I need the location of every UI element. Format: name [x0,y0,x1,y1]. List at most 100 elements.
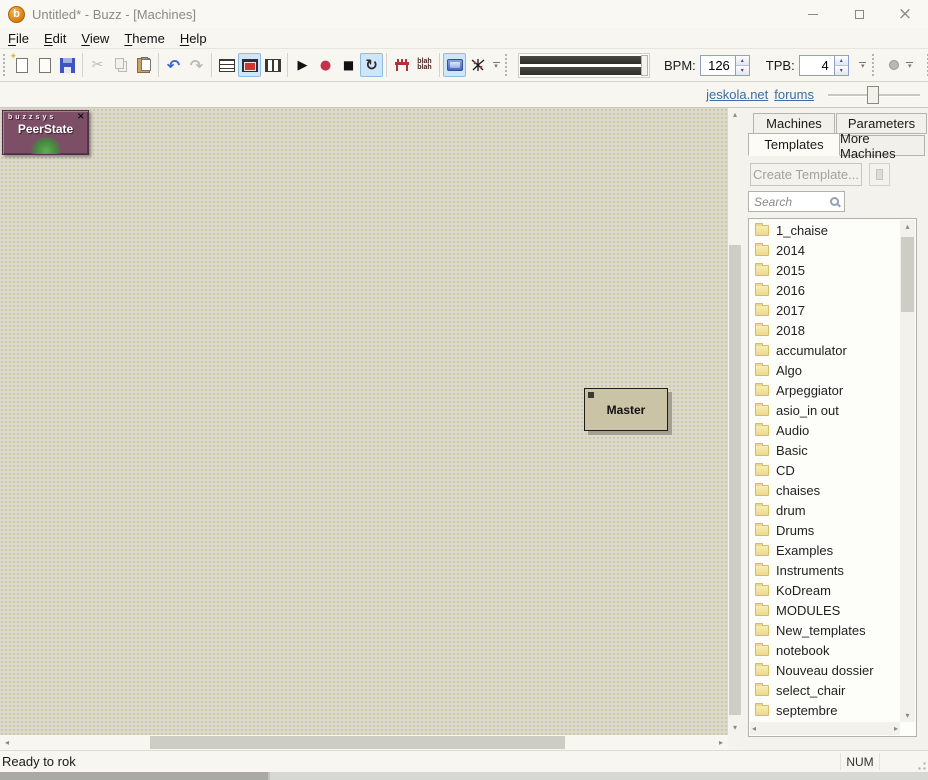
bpm-stepper[interactable]: ▴▾ [736,55,750,76]
toolbar-grip[interactable] [505,54,509,76]
toolbar-grip[interactable] [3,54,7,76]
tpb-stepper[interactable]: ▴▾ [835,55,849,76]
monitor-view-button[interactable] [443,53,466,77]
machine-peerstate[interactable]: buzzsys × PeerState [2,110,89,155]
sequence-view-button[interactable] [261,53,284,77]
tab-machines[interactable]: Machines [753,113,835,134]
record-button[interactable]: ● [314,53,337,77]
pattern-view-button[interactable] [215,53,238,77]
minimize-button[interactable] [790,0,836,28]
toolbar-overflow-button[interactable]: ▾ [490,62,502,69]
save-button[interactable] [56,53,79,77]
menu-file[interactable]: File [8,31,29,46]
list-item[interactable]: 1_chaise [750,220,900,240]
scrollbar-thumb[interactable] [729,245,741,715]
stop-button[interactable]: ■ [337,53,360,77]
spin-down-icon[interactable]: ▾ [736,65,749,75]
spin-up-icon[interactable]: ▴ [835,56,848,65]
list-item[interactable]: asio_in out [750,400,900,420]
list-item[interactable]: KoDream [750,580,900,600]
toolbar-overflow-button[interactable]: ▾ [904,62,916,69]
scroll-up-icon[interactable]: ▴ [728,108,742,122]
menu-view[interactable]: View [81,31,109,46]
scroll-right-icon[interactable]: ▸ [714,735,728,750]
undo-button[interactable]: ↶ [162,53,185,77]
scroll-right-icon[interactable]: ▸ [894,725,898,733]
list-item[interactable]: notebook [750,640,900,660]
list-item[interactable]: select_chair [750,680,900,700]
list-item[interactable]: 2017 [750,300,900,320]
search-input[interactable] [754,195,830,209]
tab-templates[interactable]: Templates [748,133,840,156]
list-item[interactable]: Examples [750,540,900,560]
scroll-down-icon[interactable]: ▾ [728,721,742,735]
canvas-vertical-scrollbar[interactable]: ▴ ▾ [728,108,742,735]
close-button[interactable]: × [882,0,928,28]
menu-edit[interactable]: Edit [44,31,66,46]
scroll-left-icon[interactable]: ◂ [752,725,756,733]
create-template-button[interactable]: Create Template... [750,163,862,186]
loop-button[interactable]: ↻ [360,53,383,77]
new-folder-button[interactable] [869,163,890,186]
tpb-input[interactable] [799,55,835,76]
list-item[interactable]: Basic [750,440,900,460]
machine-view-button[interactable] [238,53,261,77]
list-item[interactable]: Arpeggiator [750,380,900,400]
slider-handle[interactable] [867,86,879,104]
maximize-button[interactable] [836,0,882,28]
list-item[interactable]: MODULES [750,600,900,620]
redo-button[interactable]: ↷ [185,53,208,77]
list-item[interactable]: chaises [750,480,900,500]
spin-up-icon[interactable]: ▴ [736,56,749,65]
new-file-button[interactable] [10,53,33,77]
close-icon[interactable]: × [77,112,85,122]
list-item[interactable]: Nouveau dossier [750,660,900,680]
list-item[interactable]: Instruments [750,560,900,580]
info-text-button[interactable]: blahblah [413,53,436,77]
forums-link[interactable]: forums [774,87,814,102]
list-item[interactable]: septembre [750,700,900,720]
link-bar: jeskola.net forums [0,82,928,108]
scroll-left-icon[interactable]: ◂ [0,735,14,750]
vu-slider-handle[interactable] [641,55,648,76]
canvas-horizontal-scrollbar[interactable]: ◂ ▸ [0,735,728,750]
list-vertical-scrollbar[interactable]: ▴ ▾ [900,220,915,722]
jeskola-net-link[interactable]: jeskola.net [706,87,768,102]
list-item[interactable]: accumulator [750,340,900,360]
spin-down-icon[interactable]: ▾ [835,65,848,75]
list-item[interactable]: 2018 [750,320,900,340]
list-item[interactable]: CD [750,460,900,480]
play-button[interactable]: ▶ [291,53,314,77]
machine-canvas[interactable]: buzzsys × PeerState Master [0,108,728,735]
list-item[interactable]: Drums [750,520,900,540]
menu-help[interactable]: Help [180,31,207,46]
tab-more-machines[interactable]: More Machines [840,135,925,156]
zoom-slider[interactable] [828,86,920,104]
cut-button[interactable]: ✂ [86,53,109,77]
list-item[interactable]: 2015 [750,260,900,280]
resize-grip[interactable] [914,758,927,771]
bpm-input[interactable] [700,55,736,76]
toolbar-grip[interactable] [872,54,876,76]
list-item[interactable]: Audio [750,420,900,440]
list-item[interactable]: drum [750,500,900,520]
scroll-up-icon[interactable]: ▴ [900,220,915,233]
list-horizontal-scrollbar[interactable]: ◂ ▸ [750,722,900,735]
master-vu-meter[interactable] [518,53,650,78]
piano-button[interactable] [390,53,413,77]
folder-name: Audio [776,423,809,438]
list-item[interactable]: New_templates [750,620,900,640]
list-item[interactable]: 2014 [750,240,900,260]
machine-master[interactable]: Master [584,388,668,431]
scroll-down-icon[interactable]: ▾ [900,709,915,722]
copy-button[interactable] [109,53,132,77]
scrollbar-thumb[interactable] [901,237,914,312]
scrollbar-thumb[interactable] [150,736,565,749]
open-file-button[interactable] [33,53,56,77]
list-item[interactable]: 2016 [750,280,900,300]
menu-theme[interactable]: Theme [124,31,164,46]
wasp-button[interactable] [466,53,489,77]
paste-button[interactable] [132,53,155,77]
toolbar-overflow-button[interactable]: ▾ [857,62,869,69]
list-item[interactable]: Algo [750,360,900,380]
